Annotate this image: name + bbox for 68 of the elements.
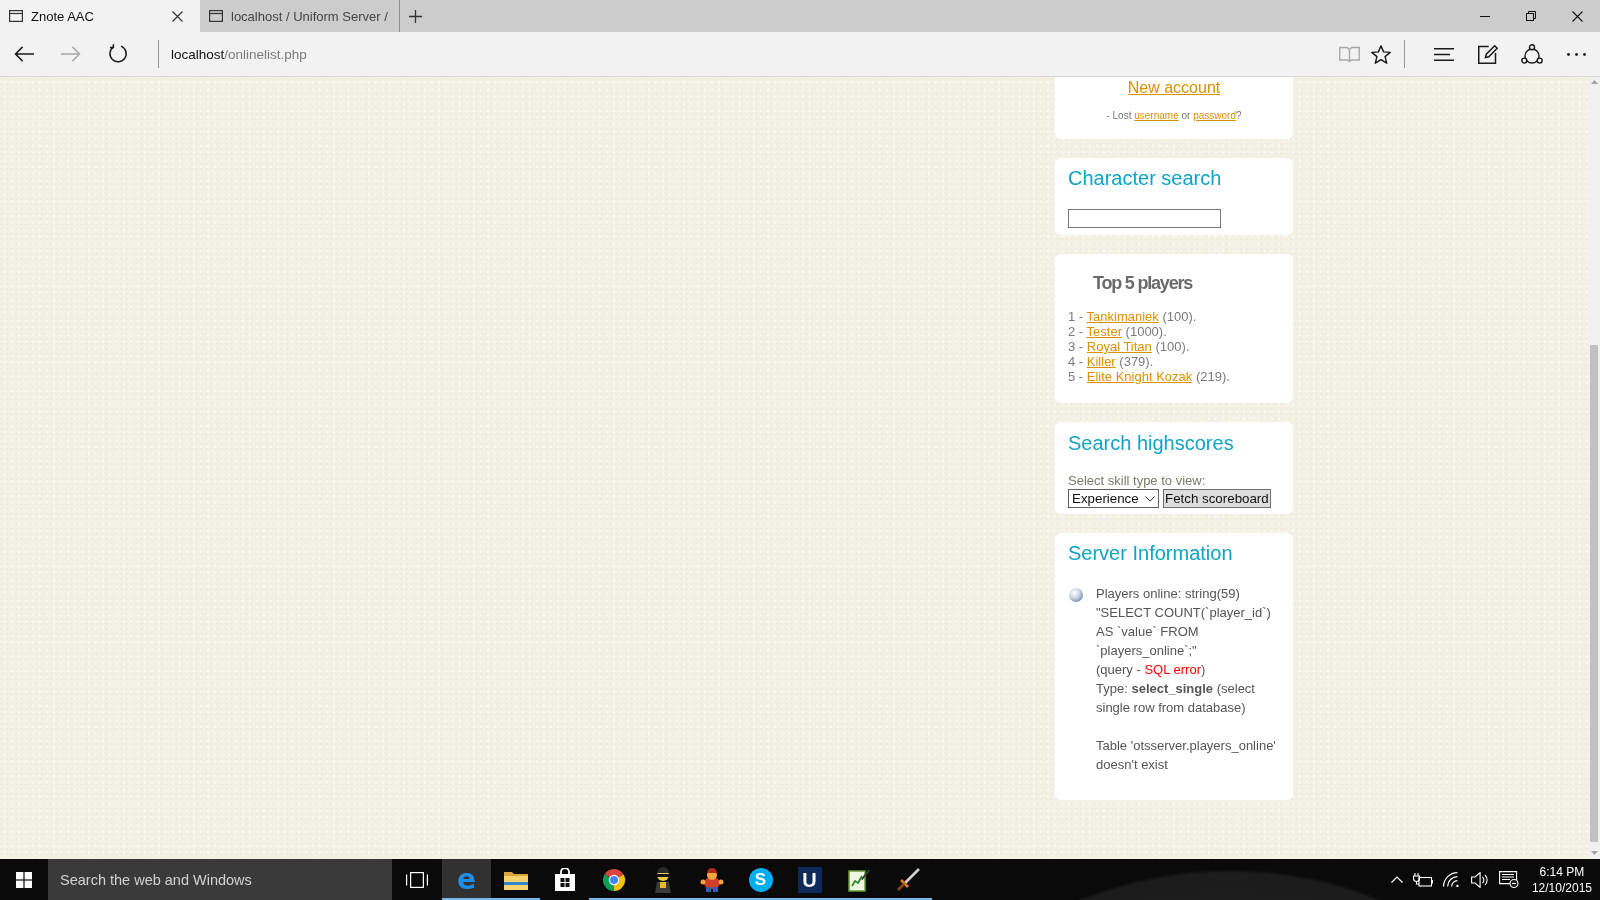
scrollbar-thumb[interactable] — [1590, 345, 1598, 842]
more-icon — [1566, 52, 1586, 56]
taskbar-button[interactable]: S — [736, 859, 785, 900]
new-account-link[interactable]: New account — [1127, 79, 1221, 96]
page-icon — [209, 10, 223, 22]
sphere-bullet-icon — [1069, 588, 1083, 602]
panel-heading: Search highscores — [1068, 431, 1234, 455]
search-field[interactable]: Search the web and Windows — [48, 859, 392, 900]
wifi-icon[interactable] — [1442, 872, 1461, 887]
chevron-up-icon[interactable] — [1390, 876, 1403, 883]
close-icon — [1571, 10, 1583, 22]
circle-logo-icon — [602, 868, 625, 891]
player-link[interactable]: Elite Knight Kozak — [1086, 369, 1193, 384]
panel-heading: Server Information — [1068, 541, 1233, 565]
refresh-icon — [107, 44, 128, 64]
restore-icon — [1526, 11, 1536, 21]
info-text: Players online: string(59) "SELECT COUNT(`player_id`) AS `value` FROM `players_online`;" — [1096, 585, 1272, 660]
star-icon — [1370, 44, 1391, 64]
battery-icon[interactable] — [1412, 872, 1433, 887]
player-entry: 1 - Tankimaniek (100). — [1068, 309, 1197, 324]
query-type-text: Type: select_single (select single row from database) — [1096, 680, 1256, 717]
list-lines-icon — [1434, 47, 1454, 61]
skill-select[interactable]: Experience — [1068, 489, 1159, 508]
player-entry: 5 - Elite Knight Kozak (219). — [1068, 369, 1230, 384]
character-icon — [699, 867, 724, 892]
recovery-text: - Lost username or password? — [1106, 110, 1242, 122]
close-icon — [171, 10, 183, 22]
player-link[interactable]: Tester — [1086, 324, 1122, 339]
share-icon — [1521, 43, 1543, 65]
shopping-bag-icon — [553, 868, 576, 891]
taskbar-button[interactable]: U — [785, 859, 834, 900]
player-entry: 2 - Tester (1000). — [1068, 324, 1167, 339]
panel-heading: Character search — [1068, 166, 1222, 190]
start-icon — [16, 871, 32, 888]
player-entry: 4 - Killer (379). — [1068, 354, 1154, 369]
task-view-icon — [406, 871, 428, 888]
address-field[interactable]: localhost/onlinelist.php — [171, 46, 307, 62]
minimize-icon — [1480, 15, 1490, 17]
password-link[interactable]: password — [1193, 110, 1236, 121]
player-link[interactable]: Royal Titan — [1086, 339, 1152, 354]
error-message: Table 'otsserver.players_online' doesn't exist — [1096, 737, 1277, 774]
fetch-scoreboard-button[interactable]: Fetch scoreboard — [1163, 489, 1271, 508]
scrollbar[interactable] — [1588, 77, 1600, 859]
clock-date: 12/10/2015 — [1531, 879, 1592, 896]
arrow-left-icon — [13, 46, 34, 62]
book-icon — [1339, 45, 1360, 63]
player-link[interactable]: Killer — [1086, 354, 1116, 369]
notification-icon[interactable] — [1498, 871, 1519, 888]
chart-document-icon — [847, 867, 870, 892]
character-search-field[interactable] — [1068, 209, 1221, 228]
tab-close-button[interactable] — [171, 10, 183, 22]
chevron-down-icon — [1145, 495, 1155, 502]
speaker-icon[interactable] — [1470, 871, 1489, 888]
player-entry: 3 - Royal Titan (100). — [1068, 339, 1190, 354]
username-link[interactable]: username — [1134, 110, 1179, 121]
sword-icon — [895, 867, 920, 892]
plus-icon — [408, 9, 422, 23]
arrow-right-icon — [60, 46, 81, 62]
query-status-text: (query - SQL error) — [1096, 661, 1207, 679]
player-link[interactable]: Tankimaniek — [1086, 309, 1159, 324]
folder-icon — [503, 869, 528, 890]
taskbar-button[interactable]: e — [442, 859, 491, 900]
panel-heading: Top 5 players — [1093, 272, 1193, 295]
browser-tab[interactable]: Znote AAC — [0, 0, 200, 32]
page-icon — [9, 10, 23, 22]
skill-type-label: Select skill type to view: — [1068, 473, 1206, 488]
clock-time: 6:14 PM — [1539, 863, 1585, 880]
pen-square-icon — [1478, 44, 1498, 64]
